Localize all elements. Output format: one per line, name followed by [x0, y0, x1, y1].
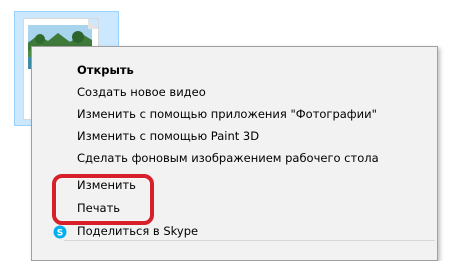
menu-item-set-wallpaper-label: Сделать фоновым изображением рабочего ст…	[77, 151, 379, 165]
menu-item-edit-paint3d-label: Изменить с помощью Paint 3D	[77, 129, 260, 143]
menu-item-open-label: Открыть	[77, 63, 134, 77]
menu-item-edit-paint3d[interactable]: Изменить с помощью Paint 3D	[32, 125, 437, 147]
page-fold-corner	[88, 19, 98, 29]
red-highlight-annotation	[52, 174, 154, 225]
menu-item-open[interactable]: Открыть	[32, 59, 437, 81]
menu-item-create-video[interactable]: Создать новое видео	[32, 81, 437, 103]
menu-item-set-wallpaper[interactable]: Сделать фоновым изображением рабочего ст…	[32, 147, 437, 169]
menu-item-edit-photos[interactable]: Изменить с помощью приложения "Фотографи…	[32, 103, 437, 125]
skype-icon: S	[53, 224, 67, 239]
context-menu: Открыть Создать новое видео Изменить с п…	[31, 46, 438, 261]
menu-item-edit-photos-label: Изменить с помощью приложения "Фотографи…	[77, 107, 377, 121]
menu-item-share-skype-label: Поделиться в Skype	[77, 224, 199, 238]
svg-text:S: S	[57, 229, 63, 239]
menu-separator	[64, 240, 435, 241]
menu-item-create-video-label: Создать новое видео	[77, 85, 206, 99]
